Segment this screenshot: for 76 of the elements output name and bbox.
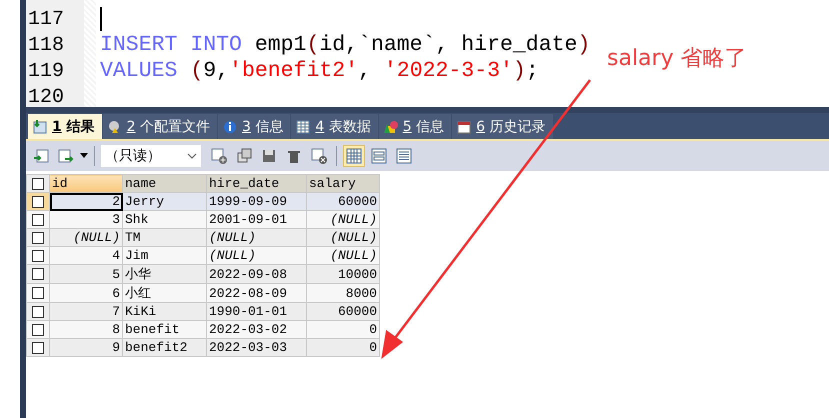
result-tab[interactable]: 1 结果	[28, 114, 102, 139]
line-number: 118	[27, 32, 66, 58]
chevron-icon	[187, 153, 197, 159]
table-cell: benefit	[122, 320, 206, 338]
row-checkbox[interactable]	[32, 214, 44, 226]
table-cell: 2022-08-09	[206, 284, 306, 302]
table-cell: 2022-09-08	[206, 264, 306, 284]
table-cell: benefit2	[122, 338, 206, 356]
line-number: 117	[27, 6, 66, 32]
table-cell: 小华	[122, 264, 206, 284]
grid-view-icon	[346, 148, 362, 164]
table-cell: KiKi	[122, 302, 206, 320]
table-cell: 3	[50, 210, 122, 228]
table-cell: 60000	[306, 302, 380, 320]
row-checkbox[interactable]	[32, 306, 44, 318]
table-cell: Jim	[122, 246, 206, 264]
result-tab[interactable]: 5 信息	[378, 114, 452, 139]
tab-icon	[456, 118, 472, 134]
table-cell: 1999-09-09	[206, 192, 306, 210]
result-tab[interactable]: 2 个配置文件	[102, 114, 217, 139]
table-cell: 0	[306, 320, 380, 338]
tab-icon	[382, 118, 399, 134]
table-cell: 4	[50, 246, 122, 264]
tab-icon	[222, 118, 238, 134]
line-number: 120	[27, 84, 66, 110]
table-cell: 2022-03-03	[206, 338, 306, 356]
table-cell: 5	[50, 264, 122, 284]
table-cell: 8	[50, 320, 122, 338]
table-cell: TM	[122, 228, 206, 246]
row-checkbox[interactable]	[32, 342, 44, 354]
table-cell: 1990-01-01	[206, 302, 306, 320]
table-cell: (NULL)	[206, 246, 306, 264]
table-cell: (NULL)	[306, 228, 380, 246]
result-tab[interactable]: 3 信息	[218, 114, 290, 139]
line-number: 119	[27, 58, 66, 84]
mode-dropdown[interactable]: （只读）	[101, 145, 201, 167]
annotation-text: salary 省略了	[607, 45, 747, 73]
table-cell: 2	[50, 192, 122, 210]
table-cell: (NULL)	[50, 228, 122, 246]
table-cell: 2022-03-02	[206, 320, 306, 338]
caret-icon[interactable]	[80, 153, 88, 159]
row-checkbox[interactable]	[32, 287, 44, 300]
code-line: INSERT INTO emp1(id,`name`, hire_date)	[100, 33, 590, 57]
row-checkbox[interactable]	[32, 268, 44, 280]
table-cell: 8000	[306, 284, 380, 302]
table-cell: (NULL)	[306, 210, 380, 228]
column-header[interactable]: hire_date	[206, 174, 306, 192]
row-checkbox[interactable]	[32, 232, 44, 244]
column-header[interactable]: id	[50, 174, 122, 192]
result-tab[interactable]: 6 历史记录	[452, 114, 552, 139]
table-cell: 6	[50, 284, 122, 302]
text-view-icon	[396, 148, 412, 164]
view-toggle[interactable]	[343, 145, 365, 167]
table-cell: 10000	[306, 264, 380, 284]
row-checkbox[interactable]	[32, 250, 44, 262]
column-header[interactable]: salary	[306, 174, 380, 192]
table-cell: 60000	[306, 192, 380, 210]
form-view-icon	[371, 148, 387, 164]
table-cell: 2001-09-01	[206, 210, 306, 228]
table-cell: 7	[50, 302, 122, 320]
result-tab[interactable]: 4 表数据	[291, 114, 378, 139]
text-cursor	[100, 7, 102, 31]
table-cell: 小红	[122, 284, 206, 302]
tab-icon	[295, 118, 312, 134]
table-cell: 9	[50, 338, 122, 356]
table-cell: (NULL)	[306, 246, 380, 264]
select-all-checkbox[interactable]	[32, 178, 44, 190]
table-cell: 0	[306, 338, 380, 356]
row-checkbox[interactable]	[32, 196, 44, 208]
table-cell: (NULL)	[206, 228, 306, 246]
table-cell: Jerry	[122, 192, 206, 210]
tab-icon	[32, 118, 48, 134]
column-header[interactable]: name	[122, 174, 206, 192]
table-cell: Shk	[122, 210, 206, 228]
row-checkbox[interactable]	[32, 324, 44, 336]
code-line: VALUES (9,'benefit2', '2022-3-3');	[100, 59, 539, 83]
